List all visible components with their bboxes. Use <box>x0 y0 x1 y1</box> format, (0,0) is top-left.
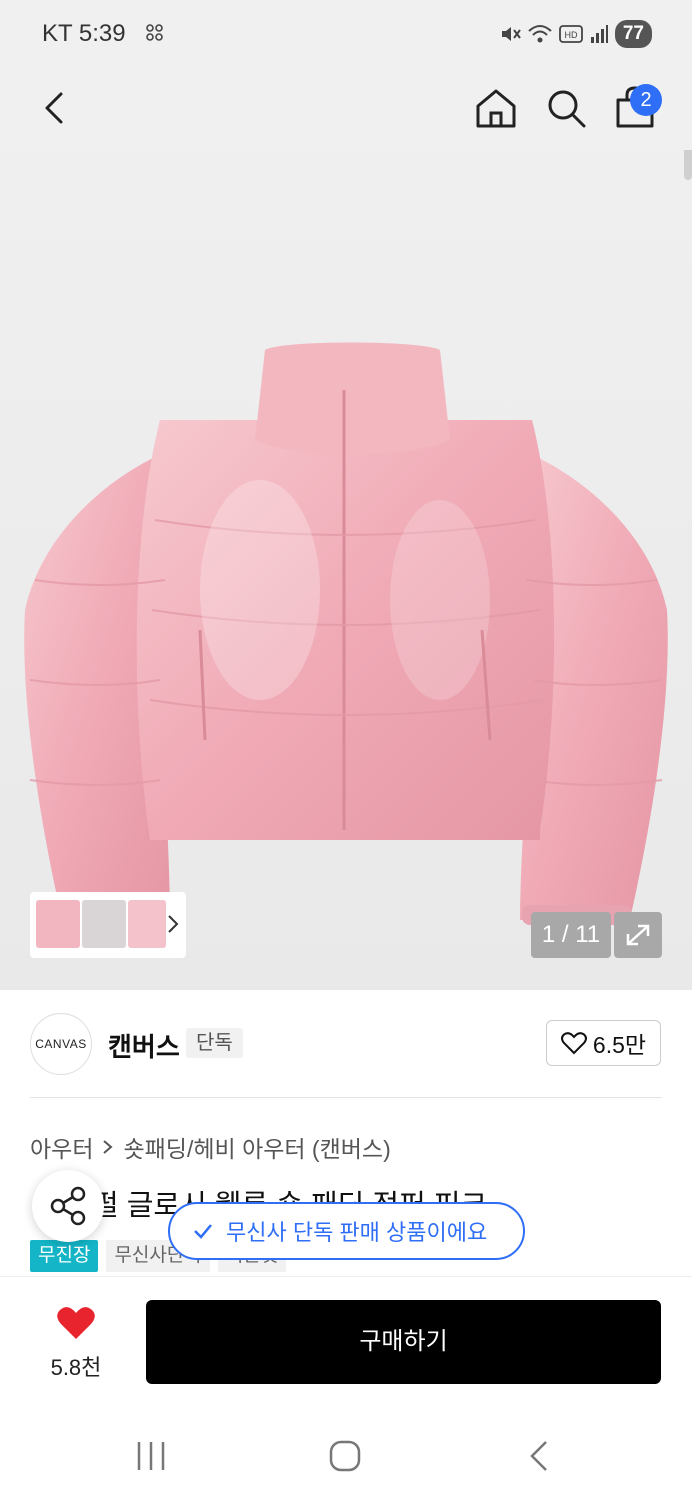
chevron-right-icon[interactable] <box>166 912 180 936</box>
app-notification-icon <box>146 24 163 41</box>
brand-like-button[interactable]: 6.5만 <box>546 1020 661 1066</box>
breadcrumb-item[interactable]: 숏패딩/헤비 아우터 (캔버스) <box>123 1130 390 1164</box>
thumbnail-2[interactable] <box>82 900 126 948</box>
home-button-icon[interactable] <box>325 1436 365 1476</box>
breadcrumb-item[interactable]: 아우터 <box>30 1130 93 1164</box>
heart-outline-icon <box>560 1032 587 1055</box>
status-carrier-time: KT 5:39 <box>42 20 126 47</box>
system-navigation-bar <box>0 1406 692 1500</box>
breadcrumb: 아우터 숏패딩/헤비 아우터 (캔버스) <box>30 1130 391 1164</box>
svg-text:HD: HD <box>564 30 577 40</box>
thumbnail-strip[interactable] <box>30 892 186 958</box>
mute-icon <box>501 27 521 41</box>
status-bar: KT 5:39 HD 77 <box>0 0 692 70</box>
status-icons: HD 77 <box>499 20 652 48</box>
divider <box>30 1097 662 1098</box>
wifi-icon <box>528 25 552 43</box>
chip-mujinjang: 무진장 <box>30 1240 99 1272</box>
exclusive-toast: 무신사 단독 판매 상품이에요 <box>168 1202 525 1260</box>
back-arrow-icon[interactable] <box>36 88 76 128</box>
share-icon <box>50 1186 86 1226</box>
cart-count-badge: 2 <box>630 84 662 116</box>
system-back-icon[interactable] <box>520 1436 560 1476</box>
brand-name[interactable]: 캔버스 <box>108 1027 180 1064</box>
product-jacket-image[interactable] <box>20 280 672 930</box>
hd-icon: HD <box>558 25 583 43</box>
buy-button[interactable]: 구매하기 <box>146 1300 661 1384</box>
battery-indicator: 77 <box>614 20 652 48</box>
recent-apps-icon[interactable] <box>131 1436 171 1476</box>
exclusive-tag: 단독 <box>186 1028 243 1058</box>
chevron-right-icon <box>103 1140 114 1154</box>
toast-message: 무신사 단독 판매 상품이에요 <box>226 1220 488 1245</box>
image-counter: 1 / 11 <box>531 912 611 958</box>
thumbnail-3[interactable] <box>128 900 166 948</box>
brand-logo[interactable]: CANVAS <box>30 1013 92 1075</box>
check-icon <box>194 1224 212 1239</box>
brand-like-count: 6.5만 <box>592 1032 647 1058</box>
product-image-area[interactable] <box>0 70 692 990</box>
product-like-count: 5.8천 <box>50 1355 102 1380</box>
home-icon[interactable] <box>474 86 518 130</box>
heart-filled-icon[interactable] <box>56 1305 96 1341</box>
search-icon[interactable] <box>544 86 588 130</box>
expand-icon[interactable] <box>614 912 662 958</box>
signal-icon <box>590 25 608 43</box>
thumbnail-1[interactable] <box>36 900 80 948</box>
top-navigation <box>0 70 692 150</box>
share-button[interactable] <box>32 1170 104 1242</box>
